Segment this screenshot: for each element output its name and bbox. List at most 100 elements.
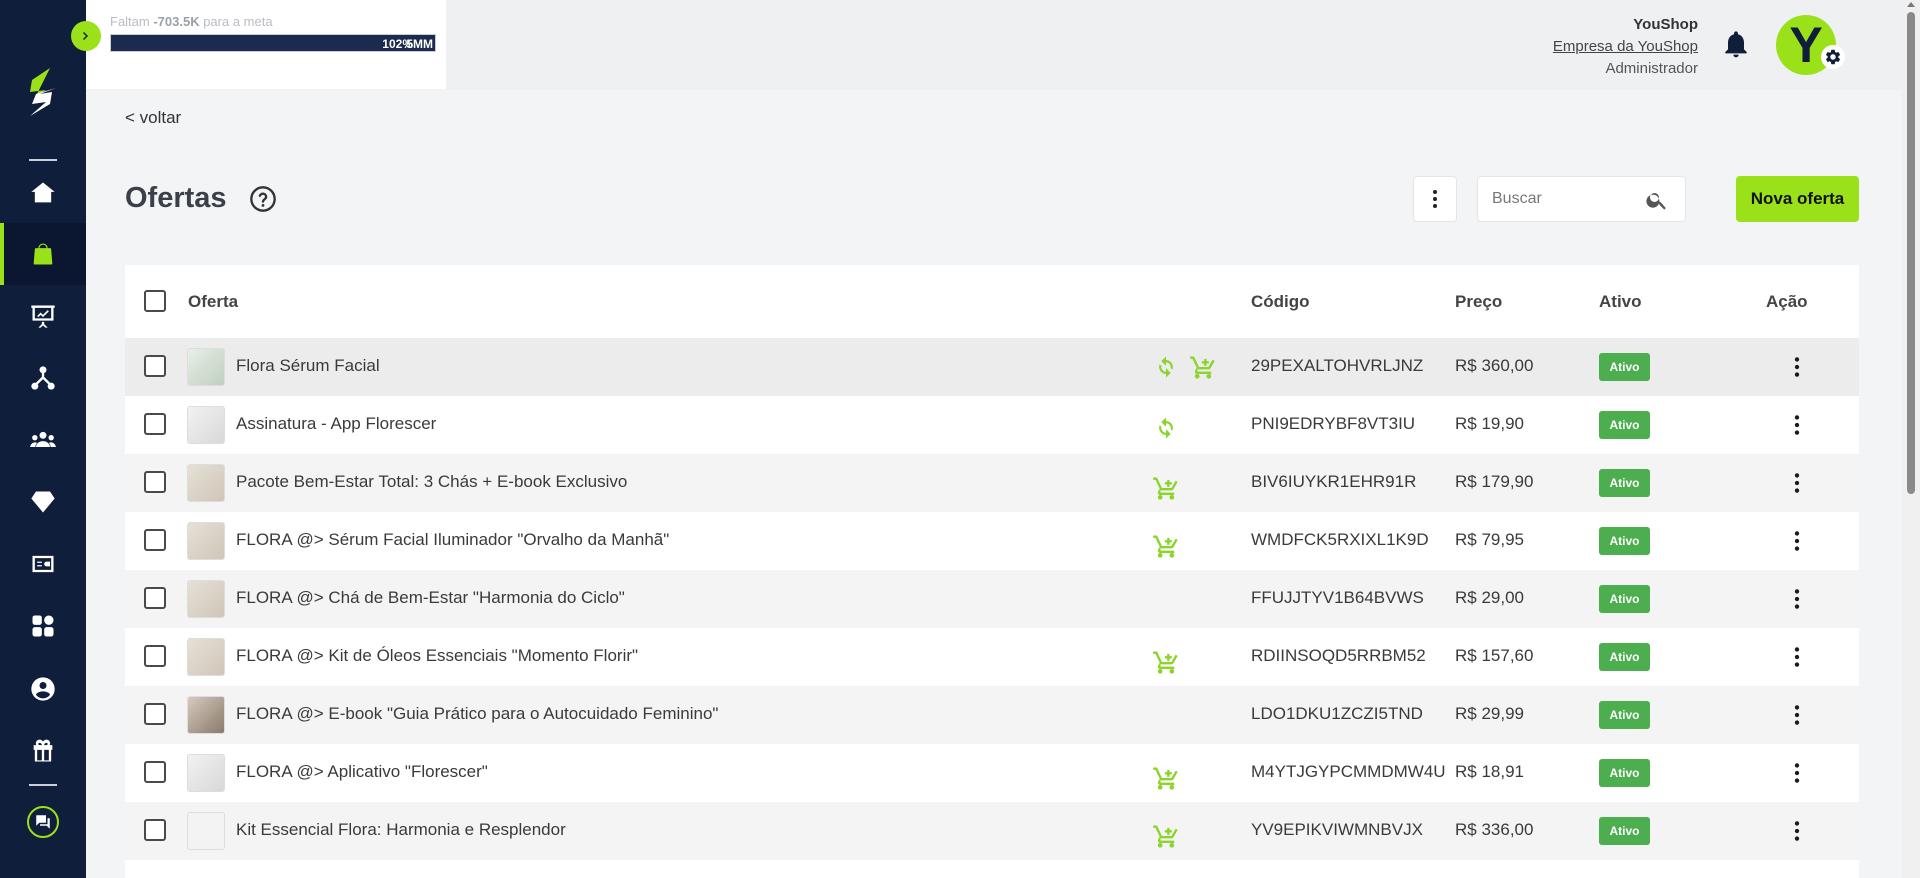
apps-grid-icon: [32, 615, 54, 637]
offer-price: R$ 79,95: [1455, 530, 1524, 549]
sidebar-item-apps[interactable]: [0, 595, 86, 657]
search-input[interactable]: [1492, 177, 1652, 221]
back-link[interactable]: < voltar: [125, 108, 181, 128]
offer-name[interactable]: Flora Sérum Facial: [236, 356, 380, 376]
table-row[interactable]: Pacote Bem-Estar Total: 3 Chás + E-book …: [125, 454, 1859, 512]
sidebar-item-home[interactable]: [0, 162, 86, 224]
offer-price: R$ 179,90: [1455, 472, 1534, 491]
row-checkbox[interactable]: [144, 413, 166, 435]
shopping-bag-icon: [33, 243, 53, 265]
row-actions-icon[interactable]: [1783, 759, 1811, 787]
table-row[interactable]: FLORA @> Kit de Óleos Essenciais "Moment…: [125, 628, 1859, 686]
status-badge: Ativo: [1599, 643, 1650, 671]
offer-code: BIV6IUYKR1EHR91R: [1251, 472, 1417, 491]
offer-code: 29PEXALTOHVRLJNZ: [1251, 356, 1424, 375]
row-actions-icon[interactable]: [1783, 527, 1811, 555]
account-circle-icon: [31, 677, 55, 701]
search-box: [1477, 176, 1686, 222]
sales-goal-widget: Faltam -703.5K para a meta 102% 5MM: [86, 0, 446, 89]
offer-name[interactable]: FLORA @> E-book "Guia Prático para o Aut…: [236, 704, 718, 724]
sidebar-item-offers[interactable]: [0, 223, 86, 285]
offer-price: R$ 18,91: [1455, 762, 1524, 781]
page-scrollbar[interactable]: [1902, 0, 1920, 878]
table-row[interactable]: Assinatura - App Florescer PNI9EDRYBF8VT3…: [125, 396, 1859, 454]
network-icon: [31, 366, 55, 390]
offer-thumbnail: [187, 580, 225, 618]
sidebar-item-finance[interactable]: [0, 533, 86, 595]
table-row[interactable]: Flora Sérum Facial 29PEXALTOHVRLJNZ R$ 360…: [125, 338, 1859, 396]
offer-thumbnail: [187, 754, 225, 792]
sidebar-item-rewards[interactable]: [0, 720, 86, 782]
offer-code: FFUJJTYV1B64BVWS: [1251, 588, 1424, 607]
offer-name[interactable]: Assinatura - App Florescer: [236, 414, 436, 434]
help-icon[interactable]: [249, 185, 277, 213]
sidebar-toggle-button[interactable]: [71, 21, 101, 51]
offer-thumbnail: [187, 638, 225, 676]
offer-code: YV9EPIKVIWMNBVJX: [1251, 820, 1423, 839]
table-row[interactable]: FLORA @> Chá de Bem-Estar "Harmonia do C…: [125, 570, 1859, 628]
support-chat-icon[interactable]: [27, 806, 59, 838]
select-all-checkbox[interactable]: [144, 290, 166, 312]
status-badge: Ativo: [1599, 411, 1650, 439]
notifications-bell-icon[interactable]: [1720, 27, 1752, 61]
user-role: Administrador: [1605, 60, 1698, 77]
row-checkbox[interactable]: [144, 761, 166, 783]
row-checkbox[interactable]: [144, 355, 166, 377]
offer-code: WMDFCK5RXIXL1K9D: [1251, 530, 1429, 549]
sidebar-item-affiliates[interactable]: [0, 347, 86, 409]
row-actions-icon[interactable]: [1783, 817, 1811, 845]
row-actions-icon[interactable]: [1783, 411, 1811, 439]
table-row[interactable]: Kit Essencial Flora: Harmonia e Resplend…: [125, 802, 1859, 860]
row-actions-icon[interactable]: [1783, 643, 1811, 671]
row-actions-icon[interactable]: [1783, 701, 1811, 729]
scroll-up-arrow-icon[interactable]: [1907, 2, 1915, 7]
chevron-right-icon: [83, 32, 88, 40]
status-badge: Ativo: [1599, 527, 1650, 555]
offer-thumbnail: [187, 812, 225, 850]
row-checkbox[interactable]: [144, 703, 166, 725]
search-icon[interactable]: [1645, 188, 1669, 212]
table-row[interactable]: FLORA @> Sérum Facial Iluminador "Orvalh…: [125, 512, 1859, 570]
scroll-thumb[interactable]: [1907, 12, 1915, 494]
offer-name[interactable]: Kit Essencial Flora: Harmonia e Resplend…: [236, 820, 566, 840]
row-actions-icon[interactable]: [1783, 353, 1811, 381]
table-row[interactable]: FLORA @> E-book "Guia Prático para o Aut…: [125, 686, 1859, 744]
offer-name[interactable]: FLORA @> Sérum Facial Iluminador "Orvalh…: [236, 530, 669, 550]
settings-gear-icon[interactable]: [1821, 45, 1845, 69]
brand-logo-icon: [30, 68, 56, 116]
sidebar-item-profile[interactable]: [0, 658, 86, 720]
offer-price: R$ 19,90: [1455, 414, 1524, 433]
row-checkbox[interactable]: [144, 819, 166, 841]
row-checkbox[interactable]: [144, 471, 166, 493]
cart-icon: [1152, 532, 1180, 560]
sidebar-item-premium[interactable]: [0, 471, 86, 533]
gift-icon: [33, 739, 53, 762]
wallet-icon: [32, 555, 54, 573]
offer-name[interactable]: FLORA @> Kit de Óleos Essenciais "Moment…: [236, 646, 638, 666]
new-offer-button[interactable]: Nova oferta: [1736, 176, 1859, 222]
row-checkbox[interactable]: [144, 645, 166, 667]
presentation-chart-icon: [31, 305, 55, 328]
sidebar-item-customers[interactable]: [0, 409, 86, 471]
offer-name[interactable]: FLORA @> Aplicativo "Florescer": [236, 762, 488, 782]
table-row[interactable]: FLORA @> Aplicativo "Florescer" M4YTJGYPC…: [125, 744, 1859, 802]
status-badge: Ativo: [1599, 353, 1650, 381]
more-options-button[interactable]: [1413, 176, 1457, 222]
offer-name[interactable]: Pacote Bem-Estar Total: 3 Chás + E-book …: [236, 472, 627, 492]
offer-thumbnail: [187, 348, 225, 386]
row-actions-icon[interactable]: [1783, 585, 1811, 613]
row-actions-icon[interactable]: [1783, 469, 1811, 497]
status-badge: Ativo: [1599, 585, 1650, 613]
offer-price: R$ 336,00: [1455, 820, 1534, 839]
sidebar-item-reports[interactable]: [0, 285, 86, 347]
cart-icon: [1152, 474, 1180, 502]
user-organization-link[interactable]: Empresa da YouShop: [1553, 36, 1698, 58]
offer-name[interactable]: FLORA @> Chá de Bem-Estar "Harmonia do C…: [236, 588, 625, 608]
column-header-price: Preço: [1455, 292, 1503, 311]
row-checkbox[interactable]: [144, 587, 166, 609]
recurring-icon: [1152, 414, 1180, 442]
user-info: YouShop Empresa da YouShop Administrador: [1553, 14, 1698, 80]
sidebar: [0, 0, 86, 878]
offer-price: R$ 360,00: [1455, 356, 1534, 375]
row-checkbox[interactable]: [144, 529, 166, 551]
